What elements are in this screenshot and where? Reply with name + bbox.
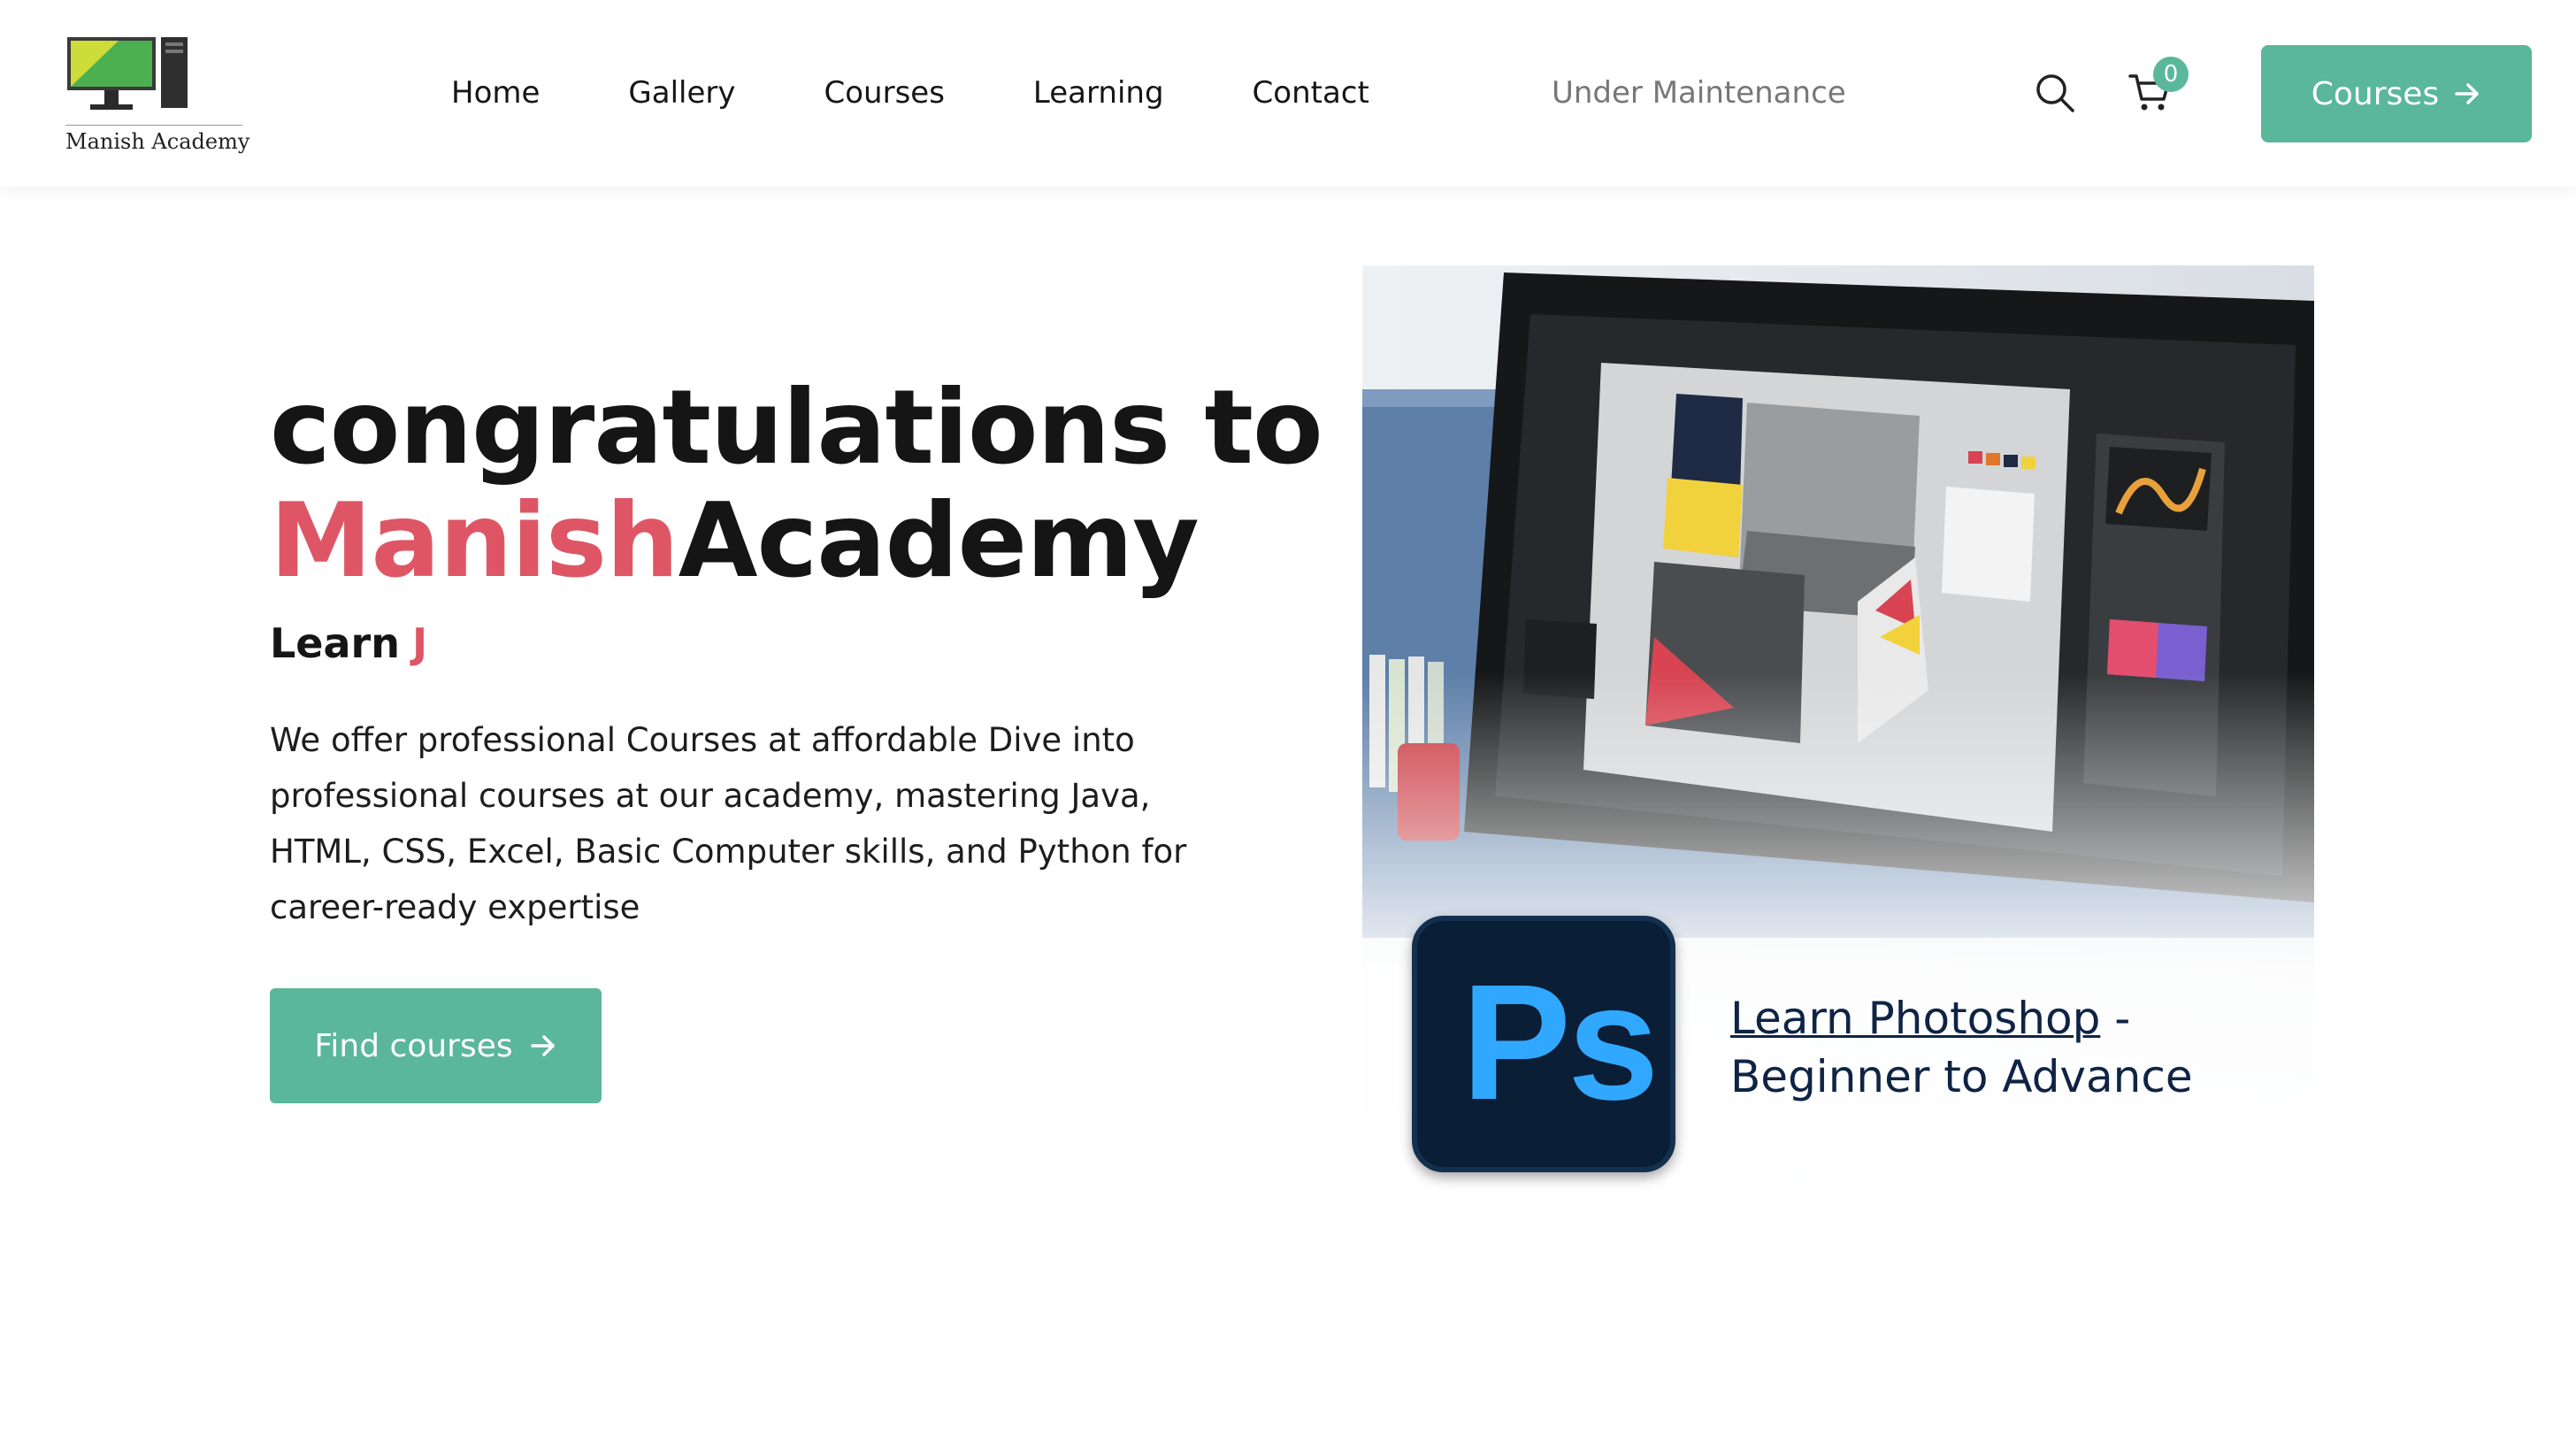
courses-cta-button[interactable]: Courses bbox=[2261, 45, 2532, 142]
photoshop-logo-text: Ps bbox=[1461, 951, 1660, 1134]
page: Manish Academy Home Gallery Courses Lear… bbox=[0, 0, 2576, 1451]
hero-title: congratulations to ManishAcademy bbox=[270, 372, 1331, 598]
brand-name: Manish Academy bbox=[65, 125, 249, 154]
cart-button[interactable]: 0 bbox=[2128, 57, 2190, 119]
main-nav: Home Gallery Courses Learning Contact bbox=[451, 71, 1458, 115]
arrow-right-icon bbox=[2455, 83, 2479, 104]
hero-subtitle-prefix: Learn bbox=[270, 619, 400, 667]
nav-item-courses[interactable]: Courses bbox=[824, 71, 945, 115]
maintenance-notice: Under Maintenance bbox=[1552, 75, 1846, 111]
learn-photoshop-link[interactable]: Learn Photoshop bbox=[1730, 993, 2100, 1044]
brand-logo[interactable]: Manish Academy bbox=[65, 34, 249, 156]
hero-subtitle: Learn J bbox=[270, 619, 427, 667]
nav-item-contact[interactable]: Contact bbox=[1253, 71, 1369, 115]
hero-description: We offer professional Courses at afforda… bbox=[270, 721, 1187, 926]
cart-count-badge: 0 bbox=[2153, 57, 2189, 92]
hero-subtitle-typed: J bbox=[411, 619, 428, 667]
nav-item-gallery[interactable]: Gallery bbox=[628, 71, 735, 115]
site-header: Manish Academy Home Gallery Courses Lear… bbox=[0, 0, 2576, 187]
hero-title-accent: Manish bbox=[270, 481, 679, 601]
monitor-logo-icon bbox=[67, 37, 188, 110]
hero-title-rest: Academy bbox=[678, 481, 1200, 601]
card-caption: Learn Photoshop - Beginner to Advance bbox=[1730, 989, 2279, 1106]
arrow-right-icon bbox=[530, 1035, 555, 1056]
nav-item-home[interactable]: Home bbox=[451, 71, 540, 115]
hero-title-line1: congratulations to bbox=[270, 368, 1323, 488]
find-courses-button[interactable]: Find courses bbox=[270, 988, 602, 1103]
photoshop-course-card[interactable]: Ps Learn Photoshop - Beginner to Advance bbox=[1362, 265, 2314, 1217]
search-icon[interactable] bbox=[2035, 73, 2075, 113]
courses-cta-label: Courses bbox=[2311, 75, 2440, 112]
find-courses-label: Find courses bbox=[314, 1027, 513, 1064]
photoshop-logo: Ps bbox=[1412, 916, 1675, 1172]
nav-item-learning[interactable]: Learning bbox=[1033, 71, 1164, 115]
